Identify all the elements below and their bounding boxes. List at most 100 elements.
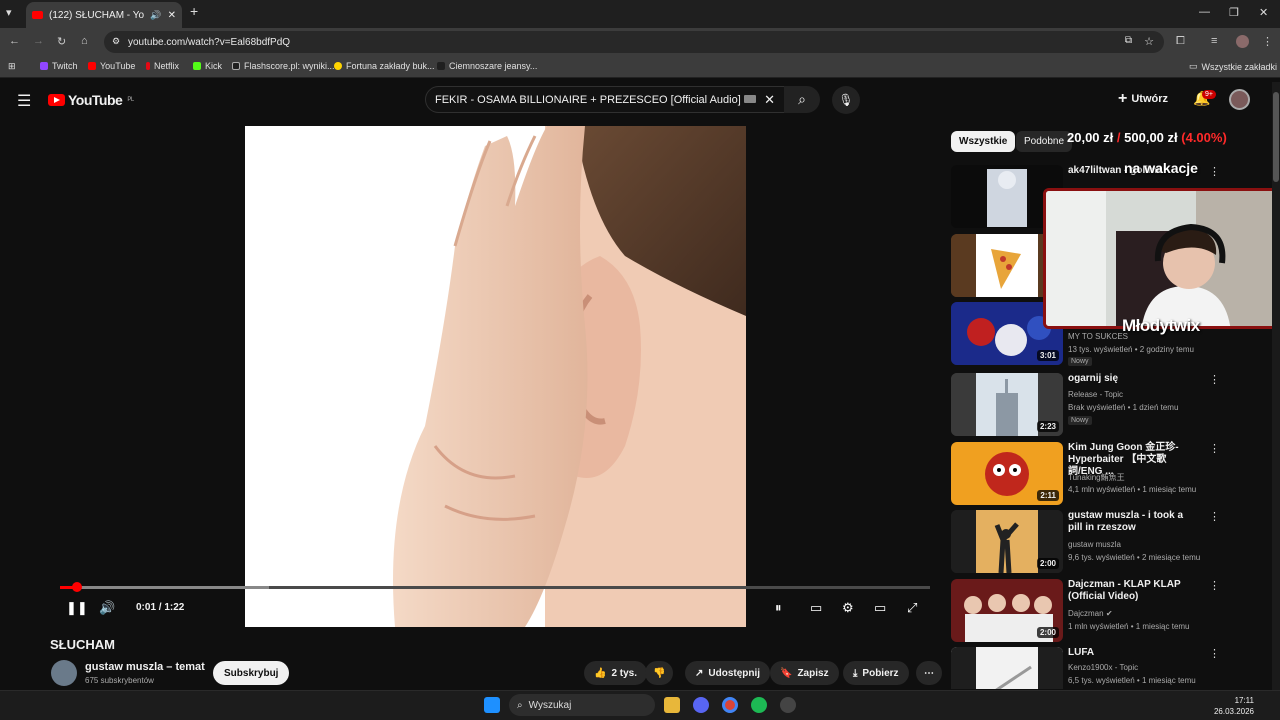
bookmark-fortuna[interactable]: Fortuna zakłady buk... [334,61,435,71]
hamburger-menu-icon[interactable]: ☰ [17,91,31,111]
create-button[interactable]: + Utwórz [1118,90,1168,108]
logo-region: PL [127,97,134,103]
recommendation-item[interactable]: LUFA Kenzo1900x - Topic 6,5 tys. wyświet… [951,647,1271,689]
scrollbar-thumb[interactable] [1273,92,1279,182]
extensions-icon[interactable]: ⧠ [1176,35,1185,48]
bookmark-label: Netflix [154,61,180,71]
discord-icon[interactable] [693,697,709,713]
dislike-button[interactable]: 👎 [645,661,674,685]
home-icon[interactable]: ⌂ [81,35,88,47]
share-button[interactable]: ↗ Udostępnij [685,661,771,685]
settings-gear-icon[interactable]: ⚙ [842,600,854,616]
goal-current: 20,00 zł [1067,130,1114,145]
duration-badge: 2:00 [1036,627,1059,638]
bookmark-kick[interactable]: Kick [193,61,222,71]
speaker-icon[interactable]: 🔊 [150,10,161,21]
search-button[interactable]: ⌕ [784,86,820,113]
file-explorer-icon[interactable] [664,697,680,713]
channel-avatar[interactable] [51,660,77,686]
fortuna-icon [334,62,342,70]
media-controls-icon[interactable]: ≡ [1211,35,1217,47]
chrome-icon[interactable] [722,697,738,713]
pause-icon[interactable]: ❚❚ [66,600,88,616]
progress-bar[interactable] [60,582,930,592]
like-button[interactable]: 👍 2 tys. [584,661,648,685]
spotify-icon[interactable] [751,697,767,713]
minimize-icon[interactable]: — [1199,6,1210,18]
windows-start-icon[interactable] [484,697,500,713]
taskbar-search[interactable]: ⌕ Wyszukaj [509,694,655,716]
video-thumbnail[interactable] [951,647,1063,689]
recommendation-item[interactable]: 2:00 Dajczman - KLAP KLAP (Official Vide… [951,579,1271,643]
recommendation-item[interactable]: 2:11 Kim Jung Goon 金正珍- Hyperbaiter 【中文歌… [951,442,1271,506]
new-tab-button[interactable]: + [190,3,198,19]
site-info-icon[interactable]: ⚙ [112,36,120,47]
more-vertical-icon[interactable]: ⋮ [1209,579,1220,592]
recommendation-title: gustaw muszla - i took a pill in rzeszow [1068,510,1184,533]
chip-related[interactable]: Podobne [1016,131,1073,152]
tab-close-icon[interactable]: ✕ [168,10,176,21]
install-app-icon[interactable]: ⧉ [1125,35,1132,46]
more-vertical-icon[interactable]: ⋮ [1209,373,1220,386]
menu-icon[interactable]: ⋮ [1262,35,1273,48]
video-thumbnail[interactable]: 2:00 [951,510,1063,573]
all-bookmarks[interactable]: ▭ Wszystkie zakładki [1189,61,1277,72]
close-window-icon[interactable]: ✕ [1259,6,1268,19]
more-vertical-icon[interactable]: ⋮ [1209,510,1220,523]
subscriber-count: 675 subskrybentów [85,676,154,685]
youtube-logo[interactable]: YouTube PL [48,92,134,108]
more-actions-button[interactable]: ⋯ [916,661,942,685]
apps-icon[interactable]: ⊞ [8,61,16,72]
scrubber-knob[interactable] [72,582,83,592]
bookmark-youtube[interactable]: YouTube [88,61,135,71]
voice-search-button[interactable]: 🎙 [832,86,860,114]
profile-avatar[interactable] [1236,35,1249,48]
video-thumbnail[interactable]: 2:23 [951,373,1063,436]
page-scrollbar[interactable] [1272,82,1280,690]
download-button[interactable]: ⤓ Pobierz [843,661,909,685]
clear-search-icon[interactable]: ✕ [764,92,775,108]
recommendation-item[interactable]: 2:00 gustaw muszla - i took a pill in rz… [951,510,1271,574]
download-icon: ⤓ [853,667,858,679]
bookmark-star-icon[interactable]: ☆ [1144,35,1154,48]
more-vertical-icon[interactable]: ⋮ [1209,647,1220,660]
recommendation-meta: 6,5 tys. wyświetleń • 1 miesiąc temu [1068,676,1196,685]
account-avatar[interactable] [1229,89,1250,110]
bookmark-twitch[interactable]: Twitch [40,61,78,71]
bookmark-flashscore[interactable]: Flashscore.pl: wyniki... [232,61,335,71]
system-clock[interactable]: 17:11 26.03.2026 [1214,695,1254,717]
fullscreen-icon[interactable]: ⤢ [907,600,917,616]
bookmark-netflix[interactable]: Netflix [146,61,179,71]
keyboard-icon[interactable] [744,95,756,103]
address-bar[interactable]: ⚙ youtube.com/watch?v=Eal68bdfPdQ ⧉ ☆ [104,31,1164,53]
video-thumbnail[interactable]: 2:00 [951,579,1063,642]
reload-icon[interactable]: ↻ [57,35,66,48]
bookmark-jeans[interactable]: Ciemnoszare jeansy... [437,61,537,71]
volume-icon[interactable]: 🔊 [99,600,115,616]
back-icon[interactable]: ← [9,35,20,47]
maximize-icon[interactable]: ❐ [1229,6,1239,19]
chip-all[interactable]: Wszystkie [951,131,1016,152]
recommendation-meta: 9,6 tys. wyświetleń • 2 miesiące temu [1068,553,1201,562]
video-frame[interactable] [245,126,746,627]
subscribe-button[interactable]: Subskrybuj [213,661,290,685]
browser-tab-strip: ▾ (122) SŁUCHAM - YouTube 🔊 ✕ + — ❐ ✕ [0,0,1280,28]
more-vertical-icon[interactable]: ⋮ [1209,442,1220,455]
bookmark-label: Ciemnoszare jeansy... [449,61,538,71]
search-input[interactable]: FEKIR - OSAMA BILLIONAIRE + PREZESCEO [O… [425,86,785,113]
channel-name[interactable]: gustaw muszla – temat [85,661,205,673]
more-vertical-icon[interactable]: ⋮ [1209,165,1220,178]
app-icon[interactable] [780,697,796,713]
save-button[interactable]: 🔖 Zapisz [770,661,839,685]
autoplay-toggle-icon[interactable]: ⏸ [775,600,782,616]
bookmark-label: YouTube [100,61,136,71]
recommendation-item[interactable]: 2:23 ogarnij się Release - Topic Brak wy… [951,373,1271,437]
tab-search-icon[interactable]: ▾ [6,6,12,19]
duration-badge: 2:23 [1036,421,1059,432]
time-display: 0:01 / 1:22 [136,602,185,613]
theater-mode-icon[interactable]: ▭ [874,600,886,616]
browser-tab[interactable]: (122) SŁUCHAM - YouTube 🔊 ✕ [26,2,182,28]
subtitles-icon[interactable]: ▭ [810,600,822,616]
video-thumbnail[interactable]: 2:11 [951,442,1063,505]
forward-icon[interactable]: → [33,35,44,47]
